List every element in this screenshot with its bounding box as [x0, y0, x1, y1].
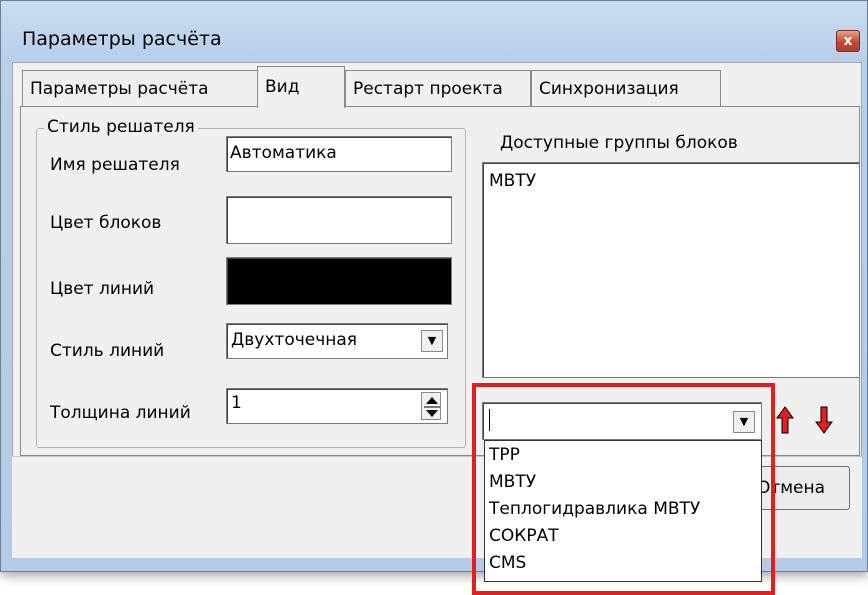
line-width-value: 1 [231, 393, 242, 413]
line-style-select[interactable]: Двухточечная ▼ [226, 323, 448, 359]
tab-calculation-parameters[interactable]: Параметры расчёта [22, 70, 259, 106]
tab-view[interactable]: Вид [257, 66, 345, 108]
block-groups-label: Доступные группы блоков [500, 133, 738, 153]
spin-arrows-icon [424, 397, 440, 417]
window-title: Параметры расчёта [22, 28, 222, 50]
line-color-label: Цвет линий [50, 279, 155, 299]
line-width-label: Толщина линий [50, 403, 191, 423]
spin-buttons[interactable] [421, 392, 441, 420]
line-color-swatch[interactable] [226, 257, 452, 305]
list-item[interactable]: МВТУ [489, 171, 536, 191]
block-color-label: Цвет блоков [50, 213, 162, 233]
block-color-swatch[interactable] [226, 196, 452, 244]
solver-name-field[interactable]: Автоматика [226, 136, 452, 172]
tab-project-restart[interactable]: Рестарт проекта [345, 70, 531, 106]
chevron-down-icon[interactable]: ▼ [421, 330, 443, 352]
move-up-arrow-icon[interactable] [774, 405, 796, 435]
solver-style-legend: Стиль решателя [44, 117, 198, 137]
move-down-arrow-icon[interactable] [813, 405, 835, 435]
highlight-box [472, 383, 775, 595]
solver-name-value: Автоматика [230, 143, 337, 163]
close-button[interactable]: x [836, 30, 860, 52]
line-style-value: Двухточечная [231, 330, 358, 350]
line-style-label: Стиль линий [50, 341, 165, 361]
line-width-stepper[interactable]: 1 [226, 388, 448, 424]
tab-synchronization[interactable]: Синхронизация [531, 70, 721, 106]
block-groups-list[interactable]: МВТУ [482, 162, 860, 378]
solver-name-label: Имя решателя [50, 155, 180, 175]
